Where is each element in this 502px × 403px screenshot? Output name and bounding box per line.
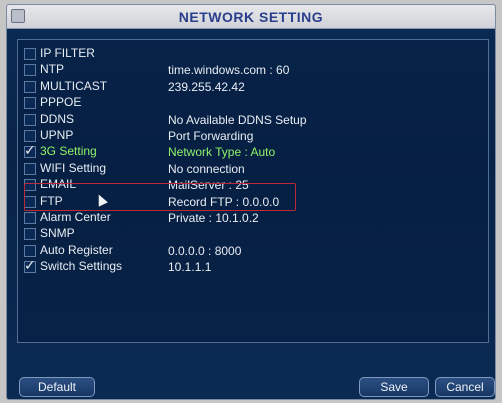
settings-item-name[interactable]: 3G Setting (40, 144, 97, 158)
settings-item-name[interactable]: Auto Register (40, 243, 113, 257)
settings-item-value: 239.255.42.42 (168, 79, 245, 94)
enable-checkbox[interactable] (24, 113, 36, 126)
settings-item-name[interactable]: WIFI Setting (40, 161, 106, 175)
monitor-bezel: NETWORK SETTING IP FILTER NTP time.windows… (0, 0, 502, 403)
settings-item-name[interactable]: Alarm Center (40, 210, 111, 224)
settings-item-value: Port Forwarding (168, 129, 254, 143)
enable-checkbox[interactable] (24, 80, 36, 93)
settings-row[interactable]: WIFI Setting No connection (18, 161, 488, 178)
settings-item-value: 0.0.0.0 : 8000 (168, 243, 242, 258)
settings-item-value: 10.1.1.1 (168, 260, 212, 275)
window-title: NETWORK SETTING (178, 9, 324, 25)
settings-row[interactable]: Auto Register 0.0.0.0 : 8000 (18, 243, 488, 260)
enable-checkbox[interactable] (24, 212, 36, 224)
cancel-button[interactable]: Cancel (435, 377, 495, 397)
settings-row[interactable]: UPNP Port Forwarding (18, 128, 488, 145)
enable-checkbox[interactable] (24, 97, 36, 110)
settings-item-value: Network Type : Auto (168, 145, 276, 160)
settings-item-value: No Available DDNS Setup (168, 112, 307, 127)
settings-row[interactable]: PPPOE (18, 95, 488, 112)
default-button[interactable]: Default (19, 377, 95, 397)
settings-item-name[interactable]: SNMP (40, 226, 75, 240)
title-bar: NETWORK SETTING (7, 5, 495, 29)
enable-checkbox[interactable]: ✓ (24, 258, 36, 275)
enable-checkbox[interactable] (24, 64, 36, 77)
settings-item-name[interactable]: PPPOE (40, 95, 81, 109)
settings-row[interactable]: ✓ 3G Setting Network Type : Auto (18, 143, 488, 161)
enable-checkbox[interactable] (24, 244, 36, 257)
network-setting-window: NETWORK SETTING IP FILTER NTP time.windows… (6, 4, 496, 400)
settings-item-name[interactable]: DDNS (40, 112, 74, 126)
enable-checkbox[interactable] (24, 48, 36, 60)
settings-item-name[interactable]: MULTICAST (40, 79, 107, 93)
settings-item-name[interactable]: IP FILTER (40, 46, 95, 60)
settings-row[interactable]: NTP time.windows.com : 60 (18, 62, 488, 79)
enable-checkbox[interactable] (24, 130, 36, 142)
settings-item-name[interactable]: Switch Settings (40, 259, 122, 273)
settings-row[interactable]: ✓ Switch Settings 10.1.1.1 (18, 258, 488, 276)
enable-checkbox[interactable] (24, 162, 36, 175)
selection-highlight-box (24, 183, 296, 211)
save-button[interactable]: Save (359, 377, 429, 397)
settings-row[interactable]: MULTICAST 239.255.42.42 (18, 79, 488, 96)
settings-item-name[interactable]: NTP (40, 62, 64, 76)
settings-row[interactable]: SNMP (18, 226, 488, 243)
checkmark-icon: ✓ (24, 258, 36, 275)
enable-checkbox[interactable] (24, 228, 36, 241)
settings-list: IP FILTER NTP time.windows.com : 60 MULTICA… (17, 39, 489, 343)
settings-row[interactable]: IP FILTER (18, 46, 488, 63)
enable-checkbox[interactable]: ✓ (24, 143, 36, 160)
settings-item-value: time.windows.com : 60 (168, 63, 290, 78)
settings-row[interactable]: DDNS No Available DDNS Setup (18, 112, 488, 129)
settings-item-name[interactable]: UPNP (40, 128, 73, 142)
checkmark-icon: ✓ (24, 143, 36, 160)
settings-item-value: Private : 10.1.0.2 (168, 211, 259, 225)
settings-item-value: No connection (168, 161, 245, 176)
settings-row[interactable]: Alarm Center Private : 10.1.0.2 (18, 210, 488, 227)
